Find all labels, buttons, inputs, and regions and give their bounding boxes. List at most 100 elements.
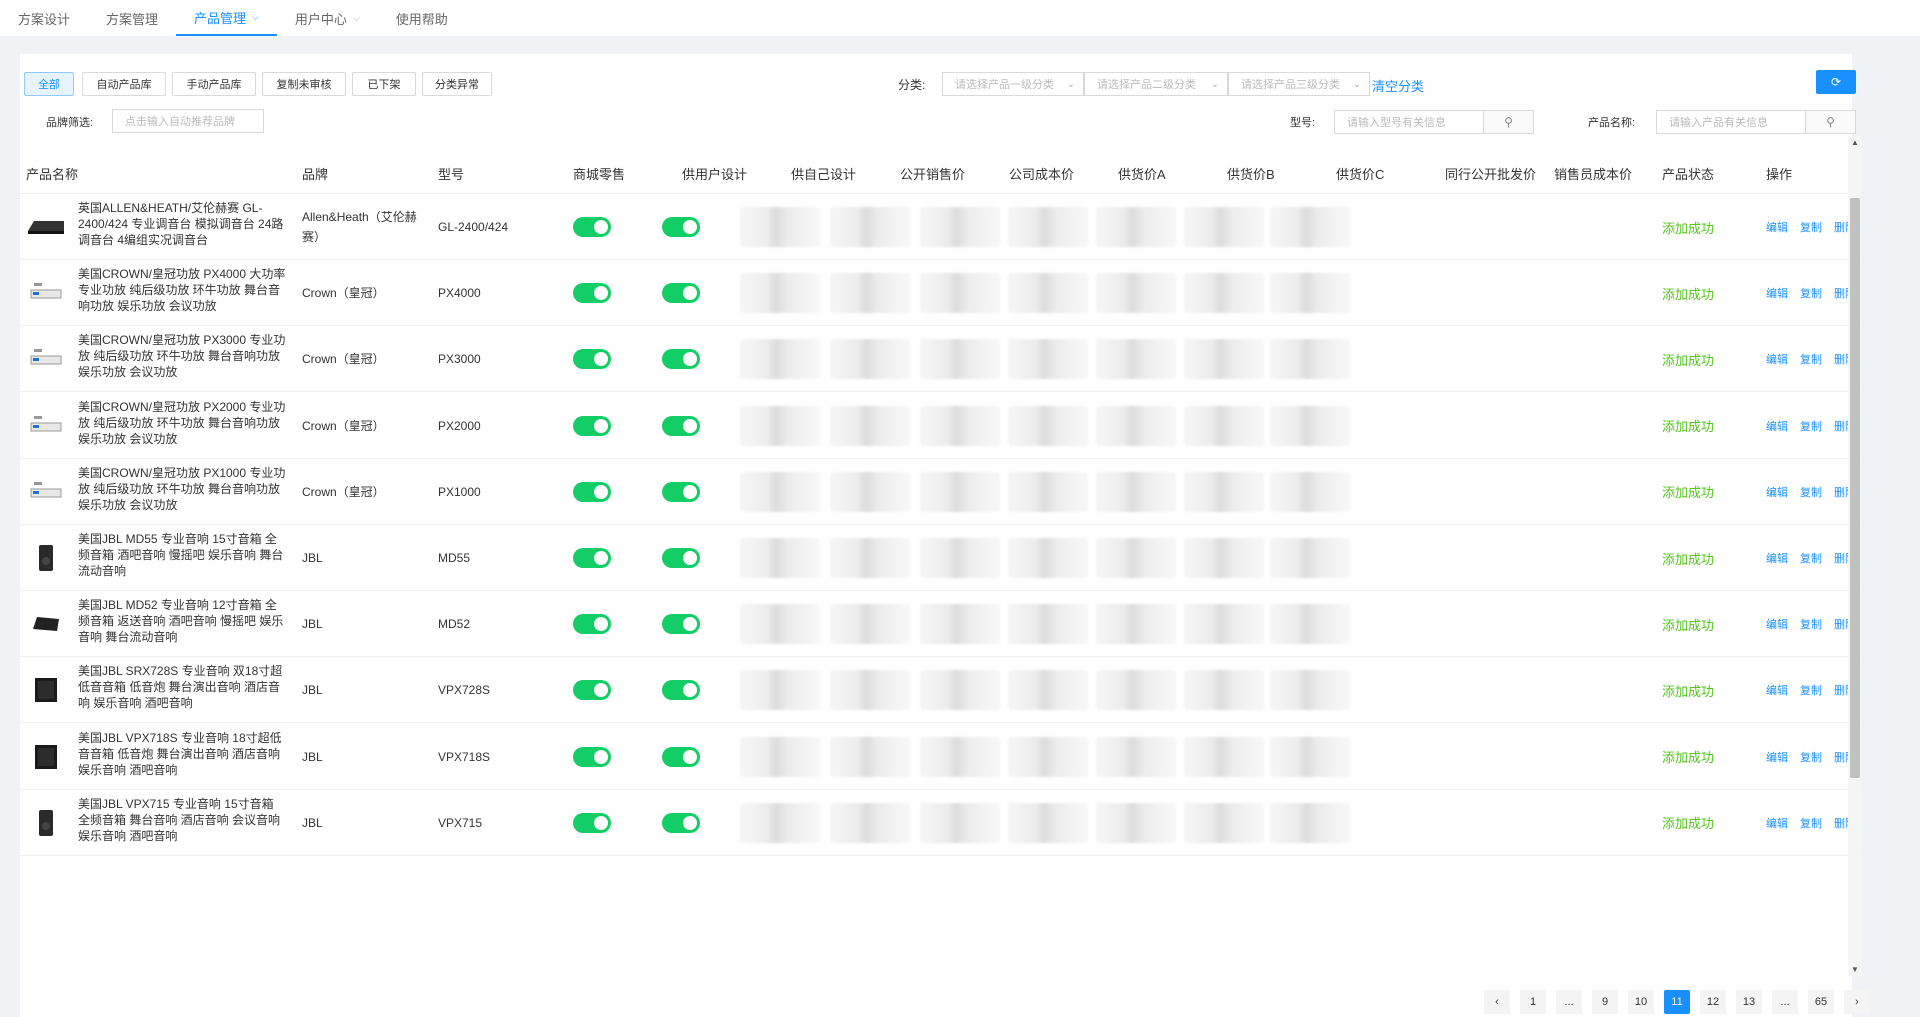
- table-row: 美国JBL VPX718S 专业音响 18寸超低音音箱 低音炮 舞台演出音响 酒…: [20, 724, 1868, 790]
- refresh-button[interactable]: ⟳: [1816, 70, 1856, 94]
- tab-label: 方案设计: [18, 11, 71, 27]
- filter-category-error-button[interactable]: 分类异常: [422, 72, 492, 96]
- edit-button[interactable]: 编辑: [1766, 749, 1788, 765]
- edit-button[interactable]: 编辑: [1766, 285, 1788, 301]
- page-number[interactable]: 9: [1592, 990, 1618, 1014]
- redacted-price: [830, 273, 910, 314]
- mall-retail-toggle[interactable]: [573, 812, 611, 833]
- row-actions: 编辑 复制 删除: [1766, 790, 1856, 856]
- copy-button[interactable]: 复制: [1800, 351, 1822, 367]
- tab-help[interactable]: 使用帮助: [378, 0, 466, 36]
- category-level2-select[interactable]: 请选择产品二级分类 ⌄: [1084, 72, 1228, 96]
- edit-button[interactable]: 编辑: [1766, 550, 1788, 566]
- mall-retail-toggle[interactable]: [573, 746, 611, 767]
- page-number[interactable]: 65: [1808, 990, 1834, 1014]
- chevron-down-icon: ⌵: [352, 12, 360, 23]
- page-ellipsis[interactable]: ...: [1772, 990, 1798, 1014]
- product-name-search-input[interactable]: 请输入产品有关信息: [1656, 110, 1806, 134]
- user-design-toggle[interactable]: [662, 812, 700, 833]
- tab-product-management[interactable]: 产品管理 ⌵: [176, 0, 277, 36]
- page-number[interactable]: 12: [1700, 990, 1726, 1014]
- category-level1-select[interactable]: 请选择产品一级分类 ⌄: [942, 72, 1084, 96]
- mall-retail-toggle[interactable]: [573, 283, 611, 304]
- product-name: 美国CROWN/皇冠功放 PX3000 专业功放 纯后级功放 环牛功放 舞台音响…: [78, 333, 286, 380]
- copy-button[interactable]: 复制: [1800, 550, 1822, 566]
- copy-button[interactable]: 复制: [1800, 616, 1822, 632]
- page-number[interactable]: 11: [1664, 990, 1690, 1014]
- copy-button[interactable]: 复制: [1800, 484, 1822, 500]
- user-design-toggle[interactable]: [662, 283, 700, 304]
- table-scrollbar[interactable]: ▲ ▼: [1848, 136, 1862, 976]
- mall-retail-toggle[interactable]: [573, 415, 611, 436]
- copy-button[interactable]: 复制: [1800, 749, 1822, 765]
- page-ellipsis[interactable]: ...: [1556, 990, 1582, 1014]
- page-number[interactable]: 1: [1520, 990, 1546, 1014]
- amplifier-icon: [26, 273, 66, 313]
- redacted-price: [1096, 405, 1176, 446]
- copy-button[interactable]: 复制: [1800, 682, 1822, 698]
- product-brand: Allen&Heath（艾伦赫赛）: [302, 210, 417, 244]
- redacted-price: [830, 736, 910, 777]
- tab-scheme-management[interactable]: 方案管理: [88, 0, 176, 36]
- filter-all-button[interactable]: 全部: [24, 72, 74, 96]
- next-page-button[interactable]: ›: [1844, 990, 1870, 1014]
- scroll-up-icon[interactable]: ▲: [1851, 138, 1859, 147]
- mall-retail-toggle[interactable]: [573, 680, 611, 701]
- tab-scheme-design[interactable]: 方案设计: [0, 0, 88, 36]
- column-header: 型号: [438, 167, 465, 182]
- user-design-toggle[interactable]: [662, 349, 700, 370]
- edit-button[interactable]: 编辑: [1766, 351, 1788, 367]
- brand-filter-input[interactable]: 点击输入自动推荐品牌: [112, 109, 264, 133]
- mall-retail-toggle[interactable]: [573, 217, 611, 237]
- edit-button[interactable]: 编辑: [1766, 418, 1788, 434]
- mall-retail-toggle[interactable]: [573, 349, 611, 370]
- copy-button[interactable]: 复制: [1800, 219, 1822, 235]
- filter-offline-button[interactable]: 已下架: [352, 72, 416, 96]
- filter-manual-library-button[interactable]: 手动产品库: [172, 72, 256, 96]
- chevron-down-icon: ⌄: [1210, 78, 1219, 90]
- user-design-toggle[interactable]: [662, 481, 700, 502]
- product-brand: Crown（皇冠）: [302, 286, 385, 301]
- redacted-price: [1096, 471, 1176, 512]
- edit-button[interactable]: 编辑: [1766, 484, 1788, 500]
- redacted-price: [1184, 405, 1264, 446]
- user-design-toggle[interactable]: [662, 217, 700, 237]
- category-level3-select[interactable]: 请选择产品三级分类 ⌄: [1228, 72, 1370, 96]
- edit-button[interactable]: 编辑: [1766, 616, 1788, 632]
- edit-button[interactable]: 编辑: [1766, 682, 1788, 698]
- copy-button[interactable]: 复制: [1800, 418, 1822, 434]
- product-model: MD52: [438, 617, 471, 632]
- filter-unreviewed-copy-button[interactable]: 复制未审核: [262, 72, 346, 96]
- user-design-toggle[interactable]: [662, 548, 700, 568]
- chevron-down-icon: ⌵: [252, 11, 259, 22]
- mall-retail-toggle[interactable]: [573, 481, 611, 502]
- mall-retail-toggle[interactable]: [573, 548, 611, 568]
- scroll-down-icon[interactable]: ▼: [1851, 965, 1859, 974]
- model-search-input[interactable]: 请输入型号有关信息: [1334, 110, 1484, 134]
- user-design-toggle[interactable]: [662, 614, 700, 635]
- edit-button[interactable]: 编辑: [1766, 815, 1788, 831]
- copy-button[interactable]: 复制: [1800, 285, 1822, 301]
- page-number[interactable]: 10: [1628, 990, 1654, 1014]
- row-actions: 编辑 复制 删除: [1766, 724, 1856, 790]
- speaker-icon: [26, 538, 66, 578]
- page-number[interactable]: 13: [1736, 990, 1762, 1014]
- edit-button[interactable]: 编辑: [1766, 219, 1788, 235]
- copy-button[interactable]: 复制: [1800, 815, 1822, 831]
- clear-category-link[interactable]: 清空分类: [1372, 76, 1424, 95]
- mall-retail-toggle[interactable]: [573, 614, 611, 635]
- user-design-toggle[interactable]: [662, 415, 700, 436]
- redacted-price: [920, 604, 1000, 645]
- filter-auto-library-button[interactable]: 自动产品库: [82, 72, 166, 96]
- redacted-price: [1008, 802, 1088, 843]
- redacted-price: [740, 471, 820, 512]
- scrollbar-thumb[interactable]: [1850, 198, 1860, 778]
- redacted-price: [830, 802, 910, 843]
- user-design-toggle[interactable]: [662, 680, 700, 701]
- prev-page-button[interactable]: ‹: [1484, 990, 1510, 1014]
- redacted-price: [1184, 207, 1264, 247]
- model-search-button[interactable]: ⚲: [1484, 110, 1534, 134]
- user-design-toggle[interactable]: [662, 746, 700, 767]
- tab-user-center[interactable]: 用户中心 ⌵: [277, 0, 378, 36]
- product-name-search-button[interactable]: ⚲: [1806, 110, 1856, 134]
